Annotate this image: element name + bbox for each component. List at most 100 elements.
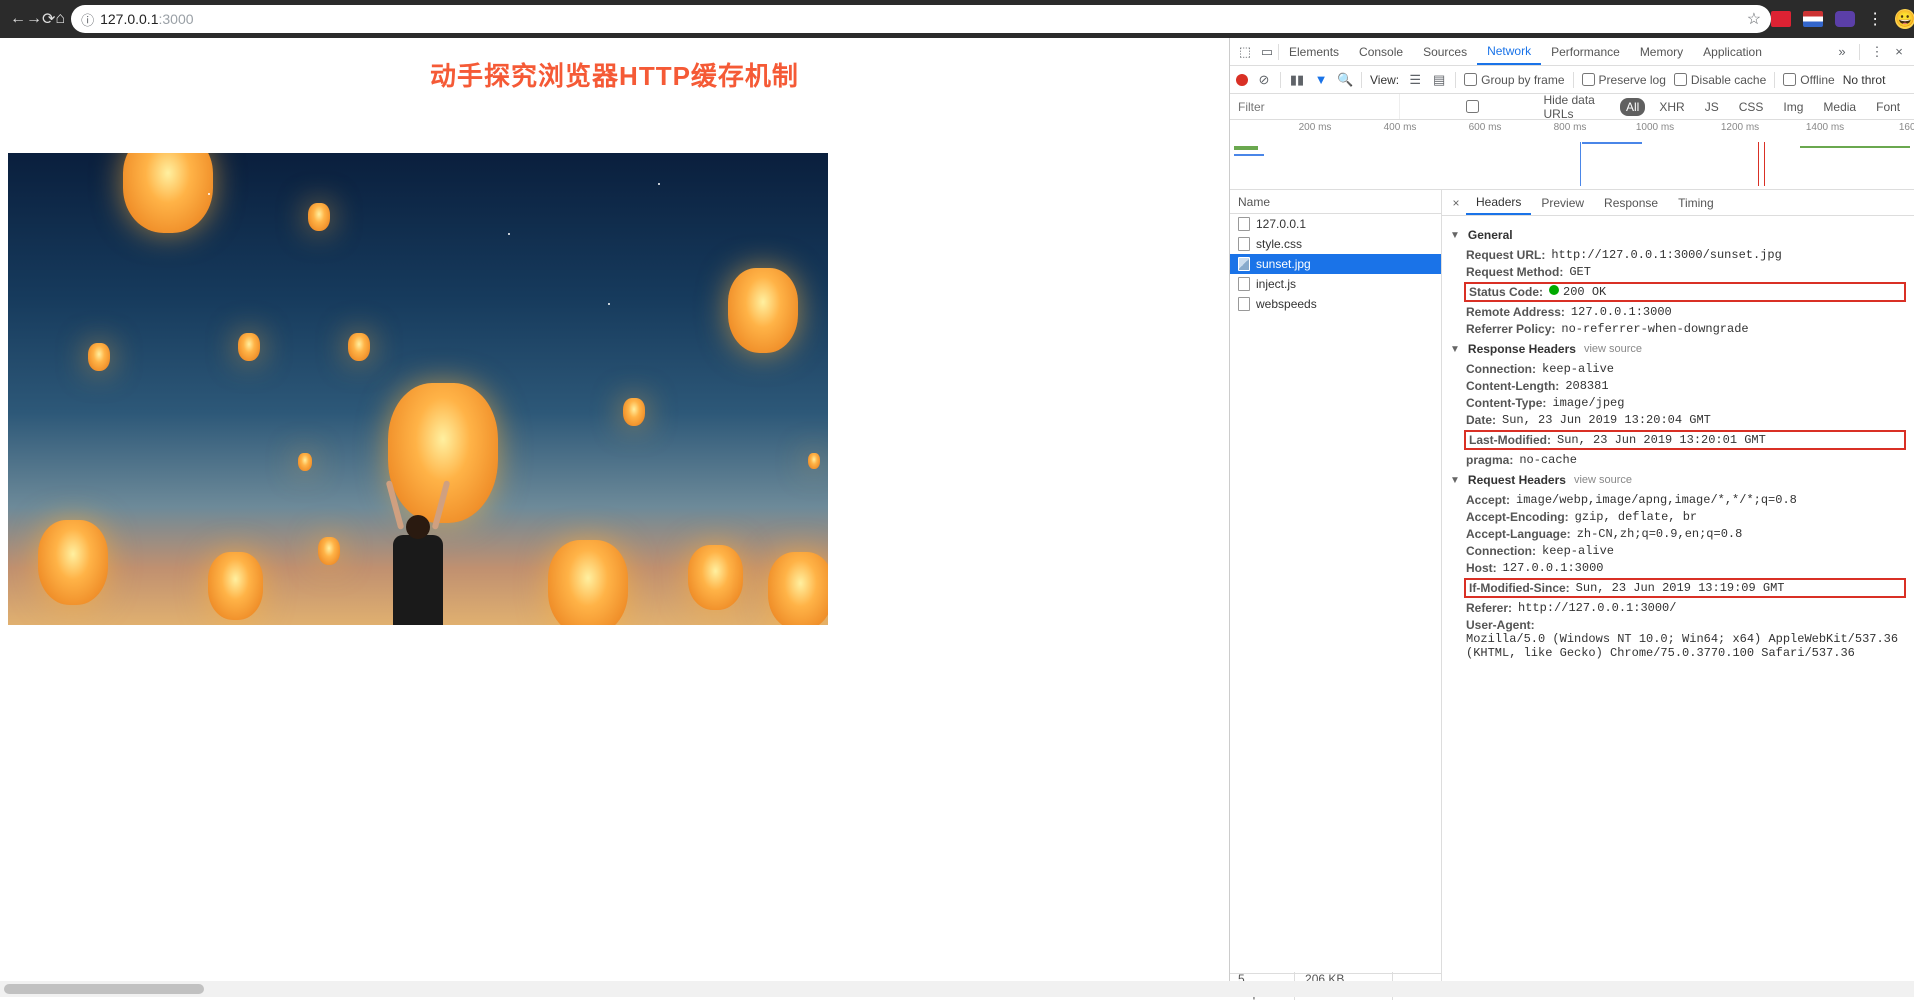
group-by-frame-checkbox[interactable]: Group by frame — [1464, 73, 1564, 87]
header-row: Accept-Language:zh-CN,zh;q=0.9,en;q=0.8 — [1466, 527, 1906, 541]
info-icon: ⓘ — [81, 10, 94, 29]
header-row: Referrer Policy:no-referrer-when-downgra… — [1466, 322, 1906, 336]
timeline-tick: 1000 ms — [1636, 122, 1674, 133]
back-button[interactable]: ← — [10, 10, 26, 28]
timeline-tick: 600 ms — [1469, 122, 1502, 133]
request-row[interactable]: 127.0.0.1 — [1230, 214, 1441, 234]
header-row: Content-Length:208381 — [1466, 379, 1906, 393]
header-row: Referer:http://127.0.0.1:3000/ — [1466, 601, 1906, 615]
network-filter-bar: Hide data URLs AllXHRJSCSSImgMediaFontDo… — [1230, 94, 1914, 120]
extension-purple-icon[interactable] — [1835, 11, 1855, 27]
browser-menu-divider: ⋮ — [1867, 9, 1883, 29]
home-button[interactable]: ⌂ — [55, 10, 65, 28]
header-row: Connection:keep-alive — [1466, 362, 1906, 376]
header-row: Remote Address:127.0.0.1:3000 — [1466, 305, 1906, 319]
request-list-header[interactable]: Name — [1230, 190, 1441, 214]
page-content: 动手探究浏览器HTTP缓存机制 — [0, 38, 1229, 997]
filter-type-img[interactable]: Img — [1777, 98, 1809, 116]
header-row: Date:Sun, 23 Jun 2019 13:20:04 GMT — [1466, 413, 1906, 427]
clear-icon[interactable]: ⊘ — [1256, 72, 1272, 88]
timeline-tick: 1400 ms — [1806, 122, 1844, 133]
bookmark-star-icon[interactable]: ☆ — [1747, 9, 1761, 29]
filter-type-xhr[interactable]: XHR — [1653, 98, 1690, 116]
extensions-row: ⋮ 😀 — [1771, 9, 1914, 29]
camera-icon[interactable]: ▮▮ — [1289, 72, 1305, 88]
hide-data-urls-checkbox[interactable]: Hide data URLs — [1406, 93, 1610, 121]
more-tabs-icon[interactable]: » — [1831, 44, 1853, 59]
header-row: If-Modified-Since:Sun, 23 Jun 2019 13:19… — [1464, 578, 1906, 598]
filter-type-media[interactable]: Media — [1817, 98, 1862, 116]
filter-type-all[interactable]: All — [1620, 98, 1645, 116]
header-row: pragma:no-cache — [1466, 453, 1906, 467]
preserve-log-checkbox[interactable]: Preserve log — [1582, 73, 1666, 87]
header-row: Content-Type:image/jpeg — [1466, 396, 1906, 410]
file-icon — [1238, 257, 1250, 271]
reload-button[interactable]: ⟳ — [42, 9, 55, 29]
filter-type-font[interactable]: Font — [1870, 98, 1906, 116]
devtools-panel: ⬚ ▭ ElementsConsoleSourcesNetworkPerform… — [1229, 38, 1914, 997]
timeline-tick: 1600 — [1899, 122, 1914, 133]
header-row: Last-Modified:Sun, 23 Jun 2019 13:20:01 … — [1464, 430, 1906, 450]
section-request-headers[interactable]: ▼Request Headersview source — [1450, 473, 1906, 487]
extension-flag-icon[interactable] — [1771, 11, 1791, 27]
filter-type-js[interactable]: JS — [1699, 98, 1725, 116]
request-name: webspeeds — [1256, 297, 1317, 311]
devtools-tab-performance[interactable]: Performance — [1541, 38, 1630, 65]
omnibox[interactable]: ⓘ 127.0.0.1:3000 ☆ — [71, 5, 1771, 33]
header-row: Request Method:GET — [1466, 265, 1906, 279]
throttling-dropdown[interactable]: No throt — [1843, 73, 1886, 87]
detail-tab-timing[interactable]: Timing — [1668, 190, 1724, 215]
network-toolbar: ⊘ ▮▮ ▼ 🔍 View: ☰ ▤ Group by frame Preser… — [1230, 66, 1914, 94]
forward-button[interactable]: → — [26, 10, 42, 28]
page-image-sunset — [8, 153, 828, 625]
search-icon[interactable]: 🔍 — [1337, 72, 1353, 88]
devtools-tab-console[interactable]: Console — [1349, 38, 1413, 65]
horizontal-scrollbar[interactable] — [0, 981, 1914, 997]
disable-cache-checkbox[interactable]: Disable cache — [1674, 73, 1766, 87]
header-row: Connection:keep-alive — [1466, 544, 1906, 558]
extension-us-flag-icon[interactable] — [1803, 11, 1823, 27]
detail-tab-response[interactable]: Response — [1594, 190, 1668, 215]
request-row[interactable]: webspeeds — [1230, 294, 1441, 314]
devtools-tab-strip: ⬚ ▭ ElementsConsoleSourcesNetworkPerform… — [1230, 38, 1914, 66]
url-text: 127.0.0.1:3000 — [100, 11, 193, 27]
filter-input[interactable] — [1230, 94, 1400, 119]
browser-toolbar: ← → ⟳ ⌂ ⓘ 127.0.0.1:3000 ☆ ⋮ 😀 — [0, 0, 1914, 38]
header-row: Accept:image/webp,image/apng,image/*,*/*… — [1466, 493, 1906, 507]
request-list: Name 127.0.0.1style.csssunset.jpg inject.… — [1230, 190, 1442, 997]
devtools-tab-application[interactable]: Application — [1693, 38, 1772, 65]
request-row[interactable]: style.css — [1230, 234, 1441, 254]
section-general[interactable]: ▼General — [1450, 228, 1906, 242]
header-row: User-Agent:Mozilla/5.0 (Windows NT 10.0;… — [1466, 618, 1906, 660]
overview-icon[interactable]: ▤ — [1431, 72, 1447, 88]
device-toggle-icon[interactable]: ▭ — [1256, 44, 1278, 60]
detail-tab-preview[interactable]: Preview — [1531, 190, 1594, 215]
filter-type-css[interactable]: CSS — [1733, 98, 1770, 116]
detail-tab-headers[interactable]: Headers — [1466, 190, 1531, 215]
devtools-tab-network[interactable]: Network — [1477, 38, 1541, 65]
timeline-tick: 400 ms — [1384, 122, 1417, 133]
devtools-menu-icon[interactable]: ⋮ — [1866, 44, 1888, 60]
network-timeline[interactable]: 200 ms400 ms600 ms800 ms1000 ms1200 ms14… — [1230, 120, 1914, 190]
devtools-close-icon[interactable]: × — [1888, 44, 1910, 59]
section-response-headers[interactable]: ▼Response Headersview source — [1450, 342, 1906, 356]
devtools-tab-elements[interactable]: Elements — [1279, 38, 1349, 65]
inspect-icon[interactable]: ⬚ — [1234, 44, 1256, 60]
page-title: 动手探究浏览器HTTP缓存机制 — [8, 56, 1221, 93]
request-name: inject.js — [1256, 277, 1296, 291]
file-icon — [1238, 217, 1250, 231]
record-button[interactable] — [1236, 74, 1248, 86]
request-row[interactable]: inject.js — [1230, 274, 1441, 294]
request-detail-pane: × HeadersPreviewResponseTiming ▼GeneralR… — [1442, 190, 1914, 997]
timeline-tick: 1200 ms — [1721, 122, 1759, 133]
offline-checkbox[interactable]: Offline — [1783, 73, 1834, 87]
devtools-tab-memory[interactable]: Memory — [1630, 38, 1693, 65]
profile-avatar[interactable]: 😀 — [1895, 9, 1914, 29]
file-icon — [1238, 237, 1250, 251]
large-rows-icon[interactable]: ☰ — [1407, 72, 1423, 88]
filter-funnel-icon[interactable]: ▼ — [1313, 72, 1329, 87]
close-detail-icon[interactable]: × — [1446, 196, 1466, 210]
request-row[interactable]: sunset.jpg — [1230, 254, 1441, 274]
devtools-tab-sources[interactable]: Sources — [1413, 38, 1477, 65]
headers-body: ▼GeneralRequest URL:http://127.0.0.1:300… — [1442, 216, 1914, 997]
